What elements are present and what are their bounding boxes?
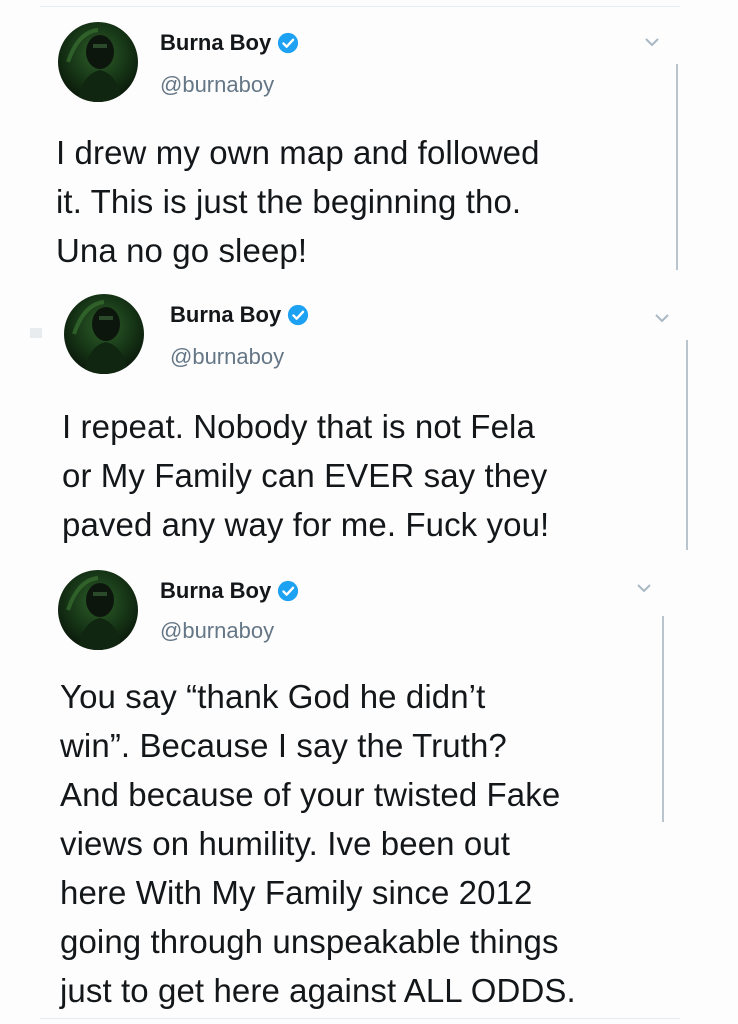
verified-badge-icon	[278, 32, 299, 54]
tweet-card[interactable]: Burna Boy @burnaboy I repeat. Nobody tha…	[0, 282, 738, 562]
side-divider	[686, 340, 688, 550]
name-row: Burna Boy	[160, 28, 299, 58]
side-divider	[662, 616, 664, 822]
tweet-text: I drew my own map and followed it. This …	[56, 134, 540, 269]
avatar[interactable]	[64, 294, 144, 374]
avatar[interactable]	[58, 570, 138, 650]
handle[interactable]: @burnaboy	[170, 344, 284, 370]
chevron-down-icon[interactable]	[654, 312, 670, 324]
tweet-card[interactable]: Burna Boy @burnaboy I drew my own map an…	[0, 0, 738, 290]
verified-badge-icon	[288, 304, 309, 326]
chevron-down-icon[interactable]	[644, 36, 660, 48]
tweet-screenshot-collage: Burna Boy @burnaboy I drew my own map an…	[0, 0, 738, 1024]
handle[interactable]: @burnaboy	[160, 72, 274, 98]
chevron-down-icon[interactable]	[636, 582, 652, 594]
avatar[interactable]	[58, 22, 138, 102]
tweet-text: I repeat. Nobody that is not Fela or My …	[62, 408, 550, 543]
display-name[interactable]: Burna Boy	[170, 302, 281, 328]
display-name[interactable]: Burna Boy	[160, 578, 271, 604]
tweet-text: You say “thank God he didn’t win”. Becau…	[60, 678, 576, 1009]
verified-badge-icon	[278, 580, 299, 602]
tweet-card[interactable]: Burna Boy @burnaboy You say “thank God h…	[0, 560, 738, 1024]
display-name[interactable]: Burna Boy	[160, 30, 271, 56]
name-row: Burna Boy	[170, 300, 309, 330]
handle[interactable]: @burnaboy	[160, 618, 274, 644]
side-divider	[676, 64, 678, 270]
name-row: Burna Boy	[160, 576, 299, 606]
divider	[40, 1018, 680, 1019]
